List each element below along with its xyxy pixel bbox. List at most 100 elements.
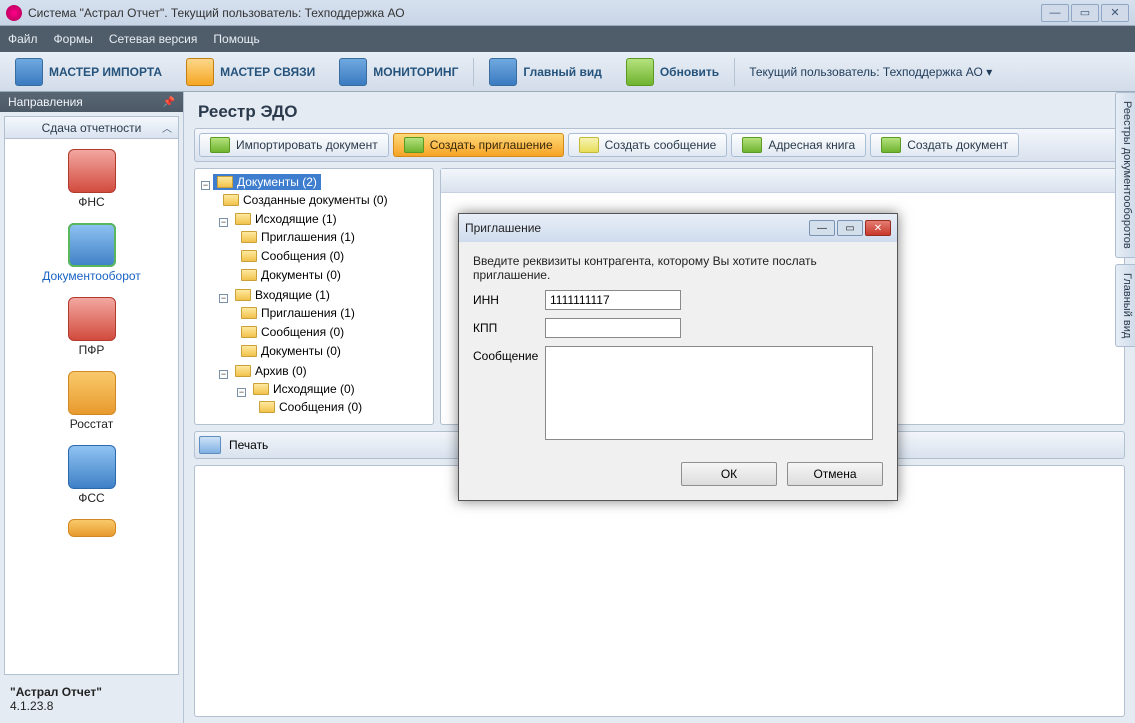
- invite-icon: [404, 137, 424, 153]
- rtab-mainview[interactable]: Главный вид: [1115, 264, 1135, 347]
- collapse-icon[interactable]: −: [237, 388, 246, 397]
- message-label: Сообщение: [473, 346, 545, 363]
- tree-in-doc[interactable]: Документы (0): [237, 343, 345, 359]
- sidebar-item-fns[interactable]: ФНС: [5, 145, 178, 219]
- message-textarea[interactable]: [545, 346, 873, 440]
- tree-in-inv[interactable]: Приглашения (1): [237, 305, 359, 321]
- kpp-label: КПП: [473, 318, 545, 335]
- dialog-titlebar[interactable]: Приглашение — ▭ ✕: [459, 214, 897, 242]
- tree-out-msg[interactable]: Сообщения (0): [237, 248, 348, 264]
- sidebar-item-label: ФНС: [5, 195, 178, 209]
- menu-forms[interactable]: Формы: [54, 32, 93, 46]
- connection-wizard-label: МАСТЕР СВЯЗИ: [220, 65, 315, 79]
- tree-label: Приглашения (1): [261, 230, 355, 244]
- menu-file[interactable]: Файл: [8, 32, 38, 46]
- tree-root[interactable]: Документы (2): [213, 174, 321, 190]
- maximize-button[interactable]: ▭: [1071, 4, 1099, 22]
- action-label: Импортировать документ: [236, 138, 378, 152]
- tree-out-doc[interactable]: Документы (0): [237, 267, 345, 283]
- sidebar-item-extra[interactable]: [5, 515, 178, 549]
- documents-tree[interactable]: −Документы (2) Созданные документы (0) −…: [194, 168, 434, 425]
- sidebar-group-label: Сдача отчетности: [42, 121, 142, 135]
- tree-label: Сообщения (0): [279, 400, 362, 414]
- sidebar-item-label: Росстат: [5, 417, 178, 431]
- dialog-hint: Введите реквизиты контрагента, которому …: [473, 254, 883, 282]
- connection-wizard-button[interactable]: МАСТЕР СВЯЗИ: [177, 55, 324, 89]
- minimize-button[interactable]: —: [1041, 4, 1069, 22]
- import-document-button[interactable]: Импортировать документ: [199, 133, 389, 157]
- monitoring-button[interactable]: МОНИТОРИНГ: [330, 55, 467, 89]
- main-toolbar: МАСТЕР ИМПОРТА МАСТЕР СВЯЗИ МОНИТОРИНГ Г…: [0, 52, 1135, 92]
- tree-label: Сообщения (0): [261, 325, 344, 339]
- folder-icon: [241, 250, 257, 262]
- create-message-button[interactable]: Создать сообщение: [568, 133, 728, 157]
- main-view-button[interactable]: Главный вид: [480, 55, 610, 89]
- fns-icon: [68, 149, 116, 193]
- menubar: Файл Формы Сетевая версия Помощь: [0, 26, 1135, 52]
- tree-label: Документы (0): [261, 344, 341, 358]
- folder-icon: [235, 365, 251, 377]
- action-bar: Импортировать документ Создать приглашен…: [194, 128, 1125, 162]
- tree-in-msg[interactable]: Сообщения (0): [237, 324, 348, 340]
- collapse-icon[interactable]: −: [219, 294, 228, 303]
- tree-arch-out[interactable]: Исходящие (0): [249, 381, 359, 397]
- dialog-close-button[interactable]: ✕: [865, 220, 891, 236]
- refresh-button[interactable]: Обновить: [617, 55, 728, 89]
- sidebar-item-rosstat[interactable]: Росстат: [5, 367, 178, 441]
- sidebar-group-reporting[interactable]: Сдача отчетности ︿: [5, 117, 178, 139]
- product-name: "Астрал Отчет": [10, 685, 173, 699]
- content-header: [441, 169, 1124, 193]
- folder-icon: [235, 213, 251, 225]
- cancel-button[interactable]: Отмена: [787, 462, 883, 486]
- folder-icon: [259, 401, 275, 413]
- action-label: Создать документ: [907, 138, 1008, 152]
- sidebar-footer: "Астрал Отчет" 4.1.23.8: [0, 679, 183, 723]
- address-book-button[interactable]: Адресная книга: [731, 133, 866, 157]
- refresh-label: Обновить: [660, 65, 719, 79]
- tree-archive[interactable]: Архив (0): [231, 363, 311, 379]
- tree-label: Архив (0): [255, 364, 307, 378]
- folder-icon: [223, 194, 239, 206]
- tree-label: Исходящие (0): [273, 382, 355, 396]
- menu-network[interactable]: Сетевая версия: [109, 32, 198, 46]
- tree-label: Входящие (1): [255, 288, 330, 302]
- action-label: Создать сообщение: [605, 138, 717, 152]
- tree-created[interactable]: Созданные документы (0): [219, 192, 392, 208]
- action-label: Адресная книга: [768, 138, 855, 152]
- sidebar-item-edo[interactable]: Документооборот: [5, 219, 178, 293]
- rtab-registries[interactable]: Реестры документооборотов: [1115, 92, 1135, 258]
- print-button[interactable]: Печать: [229, 438, 268, 452]
- print-icon: [199, 436, 221, 454]
- addrbook-icon: [742, 137, 762, 153]
- kpp-input[interactable]: [545, 318, 681, 338]
- create-document-button[interactable]: Создать документ: [870, 133, 1019, 157]
- ok-button[interactable]: ОК: [681, 462, 777, 486]
- collapse-icon[interactable]: −: [219, 370, 228, 379]
- fss-icon: [68, 445, 116, 489]
- import-wizard-label: МАСТЕР ИМПОРТА: [49, 65, 162, 79]
- tree-outgoing[interactable]: Исходящие (1): [231, 211, 341, 227]
- create-invitation-button[interactable]: Создать приглашение: [393, 133, 564, 157]
- sidebar-item-label: ФСС: [5, 491, 178, 505]
- invitation-dialog: Приглашение — ▭ ✕ Введите реквизиты конт…: [458, 213, 898, 501]
- tree-incoming[interactable]: Входящие (1): [231, 287, 334, 303]
- dialog-maximize-button[interactable]: ▭: [837, 220, 863, 236]
- sidebar-item-fss[interactable]: ФСС: [5, 441, 178, 515]
- pin-icon[interactable]: 📌: [163, 97, 175, 108]
- collapse-icon[interactable]: −: [219, 218, 228, 227]
- menu-help[interactable]: Помощь: [213, 32, 259, 46]
- current-user-dropdown[interactable]: Текущий пользователь: Техподдержка АО: [741, 65, 1000, 79]
- inn-input[interactable]: [545, 290, 681, 310]
- tree-arch-msg[interactable]: Сообщения (0): [255, 399, 366, 415]
- sidebar-item-label: Документооборот: [5, 269, 178, 283]
- folder-icon: [241, 307, 257, 319]
- sidebar-item-pfr[interactable]: ПФР: [5, 293, 178, 367]
- folder-icon: [241, 231, 257, 243]
- message-icon: [579, 137, 599, 153]
- folder-icon: [241, 269, 257, 281]
- tree-out-inv[interactable]: Приглашения (1): [237, 229, 359, 245]
- dialog-minimize-button[interactable]: —: [809, 220, 835, 236]
- collapse-icon[interactable]: −: [201, 181, 210, 190]
- close-button[interactable]: ✕: [1101, 4, 1129, 22]
- import-wizard-button[interactable]: МАСТЕР ИМПОРТА: [6, 55, 171, 89]
